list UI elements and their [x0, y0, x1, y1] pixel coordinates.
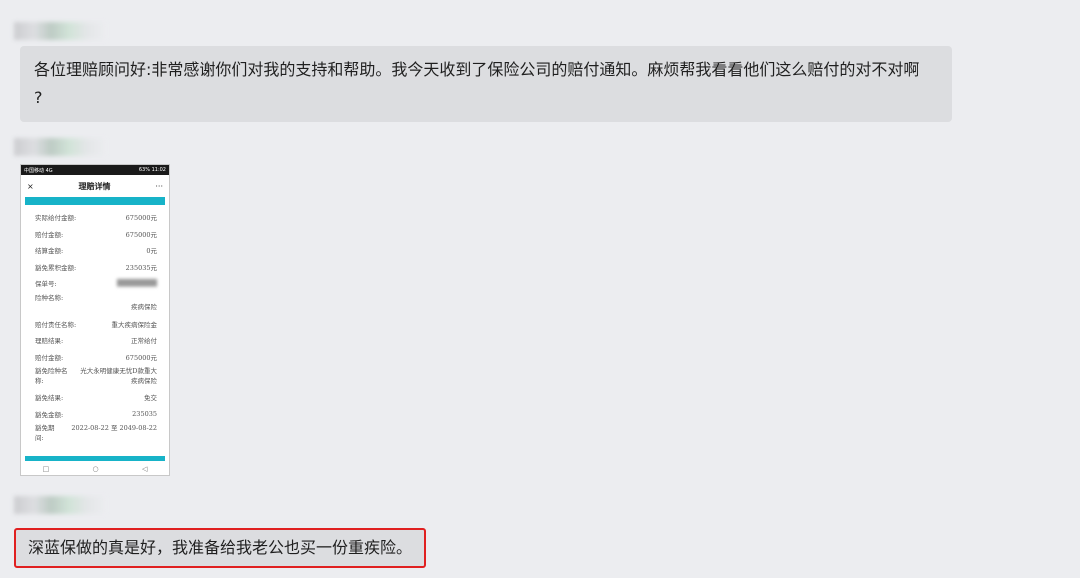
detail-label: 结算金额: [35, 247, 64, 256]
highlighted-message-bubble: 深蓝保做的真是好，我准备给我老公也买一份重疾险。 [14, 528, 427, 568]
detail-value: 675000元 [125, 230, 157, 239]
detail-row: 豁免累积金额: 235035元 [35, 259, 157, 276]
detail-value: 2022-08-22 至 2049-08-22 [71, 424, 157, 432]
message-text: 深蓝保做的真是好，我准备给我老公也买一份重疾险。 [28, 538, 413, 557]
detail-label: 豁免结果: [35, 394, 64, 403]
detail-value: 675000元 [125, 214, 157, 223]
detail-label: 赔付责任名称: [35, 320, 77, 329]
detail-row: 保单号: ████████ [35, 275, 157, 292]
battery-time-label: 63% 11:02 [138, 167, 166, 173]
detail-value: 正常给付 [131, 337, 157, 346]
detail-value: 235035元 [125, 263, 157, 272]
detail-row: 险种名称: 疾病保险 [35, 292, 157, 316]
more-icon: ··· [155, 181, 163, 191]
claim-details-list: 实际给付金额: 675000元 赔付金额: 675000元 结算金额: 0元 豁免累积… [21, 205, 169, 446]
message-bubble: 各位理赔顾问好:非常感谢你们对我的支持和帮助。我今天收到了保险公司的赔付通知。麻… [20, 46, 952, 122]
detail-value: 675000元 [125, 353, 157, 362]
recent-apps-icon: □ [42, 464, 50, 473]
detail-label: 豁免期间: [35, 424, 55, 442]
detail-label: 理赔结果: [35, 337, 64, 346]
message-text: 各位理赔顾问好:非常感谢你们对我的支持和帮助。我今天收到了保险公司的赔付通知。麻… [34, 60, 920, 79]
back-icon: ◁ [141, 464, 148, 473]
message-text-continued: ? [34, 88, 43, 107]
phone-nav-bar: □ ○ ◁ [21, 462, 169, 475]
detail-value: 免交 [144, 394, 157, 403]
detail-value-redacted: ████████ [117, 279, 157, 288]
detail-value: 疾病保险 [131, 302, 157, 311]
phone-title-bar: × 理赔详情 ··· [21, 175, 169, 197]
detail-label: 险种名称: [35, 293, 64, 302]
claim-screenshot-image[interactable]: 中国移动 4G 63% 11:02 × 理赔详情 ··· 实际给付金额: 6750… [20, 164, 170, 476]
detail-label: 豁免累积金额: [35, 263, 77, 272]
phone-status-bar: 中国移动 4G 63% 11:02 [21, 165, 169, 175]
detail-row: 豁免期间: 2022-08-22 至 2049-08-22 [35, 422, 157, 446]
detail-value: 光大永明健康无忧D款重大疾病保险 [80, 367, 157, 385]
detail-row: 理赔结果: 正常给付 [35, 332, 157, 349]
detail-row: 豁免险种名称: 光大永明健康无忧D款重大疾病保险 [35, 365, 157, 389]
detail-label: 实际给付金额: [35, 214, 77, 223]
detail-row: 赔付责任名称: 重大疾病保险金 [35, 316, 157, 333]
detail-row: 豁免金额: 235035 [35, 406, 157, 423]
detail-row: 结算金额: 0元 [35, 242, 157, 259]
detail-row: 赔付金额: 675000元 [35, 349, 157, 366]
detail-row: 豁免结果: 免交 [35, 389, 157, 406]
footer-strip [25, 456, 165, 461]
carrier-label: 中国移动 4G [24, 167, 53, 174]
header-strip [25, 197, 165, 205]
detail-label: 保单号: [35, 280, 57, 289]
phone-page-title: 理赔详情 [78, 181, 111, 191]
detail-value: 235035 [132, 409, 157, 418]
detail-label: 赔付金额: [35, 353, 64, 362]
home-icon: ○ [92, 464, 99, 473]
detail-row: 赔付金额: 675000元 [35, 226, 157, 243]
avatar [14, 22, 106, 40]
avatar [14, 138, 106, 156]
detail-value: 重大疾病保险金 [111, 320, 158, 329]
detail-label: 豁免险种名称: [35, 367, 68, 385]
detail-label: 豁免金额: [35, 410, 64, 419]
detail-label: 赔付金额: [35, 230, 64, 239]
avatar [14, 496, 106, 514]
detail-row: 实际给付金额: 675000元 [35, 209, 157, 226]
detail-value: 0元 [146, 247, 157, 256]
close-icon: × [27, 181, 34, 191]
